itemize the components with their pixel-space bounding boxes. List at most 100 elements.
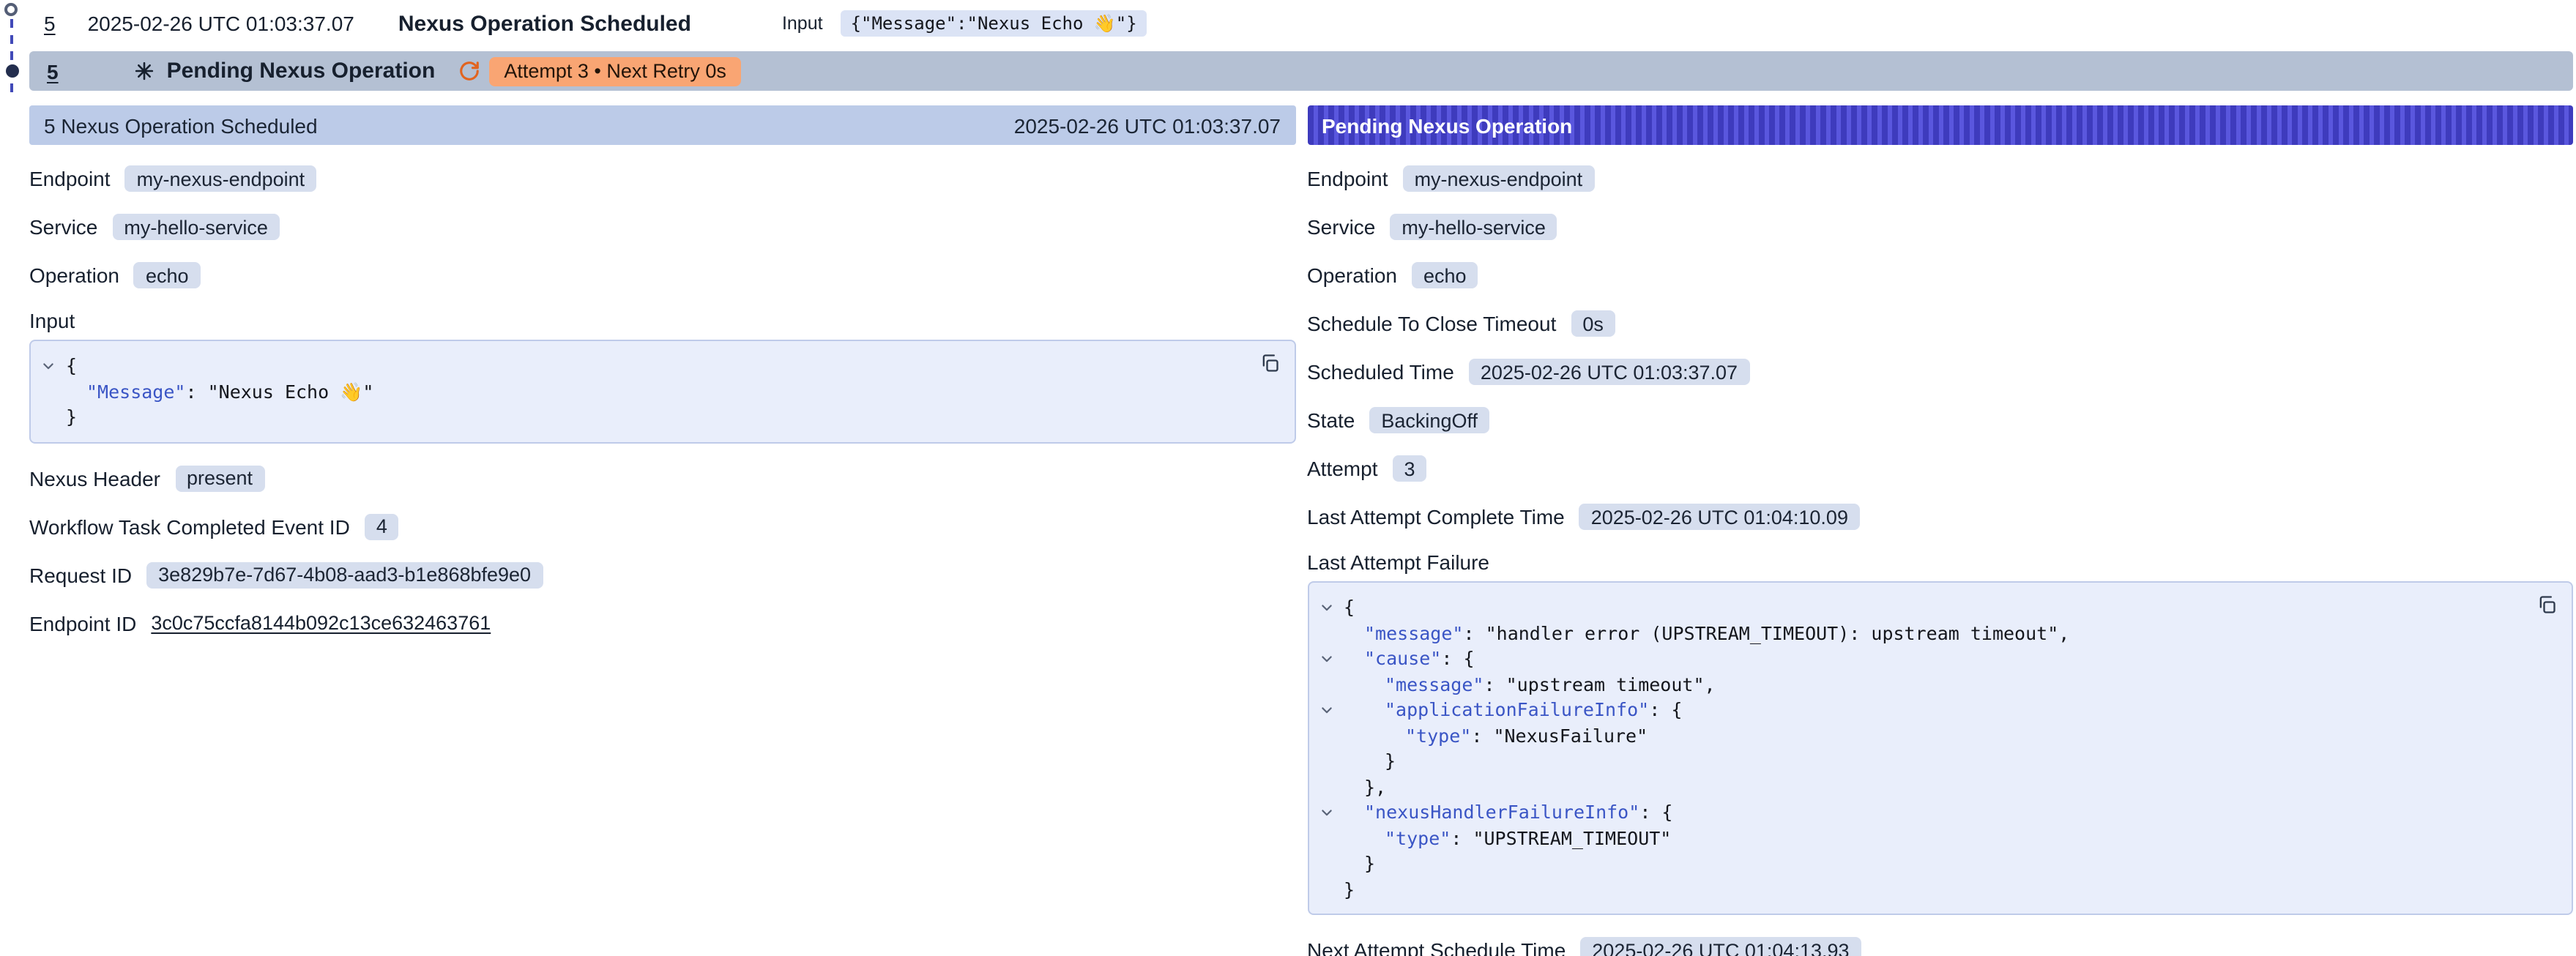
json-token: : xyxy=(185,380,207,402)
json-token: : xyxy=(1463,621,1485,643)
code-gutter xyxy=(1309,774,1344,799)
pending-panel-title: Pending Nexus Operation xyxy=(1322,113,1572,137)
event-timestamp: 2025-02-26 UTC 01:03:37.07 xyxy=(88,12,354,35)
json-token: }, xyxy=(1364,775,1386,797)
json-token: "UPSTREAM_TIMEOUT" xyxy=(1473,826,1671,848)
failure-block-label: Last Attempt Failure xyxy=(1307,550,2573,574)
field-label: State xyxy=(1307,408,1355,432)
json-line: "cause": { xyxy=(1309,646,2513,671)
pending-operation-row[interactable]: 5 Pending Nexus Operation Attempt 3 • Ne… xyxy=(29,51,2573,91)
json-line: "message": "upstream timeout", xyxy=(1309,671,2513,697)
state-badge: BackingOff xyxy=(1369,407,1489,433)
code-gutter xyxy=(1309,825,1344,851)
json-token: "handler error (UPSTREAM_TIMEOUT): upstr… xyxy=(1486,621,2059,643)
input-label: Input xyxy=(782,13,823,34)
json-token: } xyxy=(1364,852,1375,874)
json-token: "nexusHandlerFailureInfo" xyxy=(1364,801,1639,823)
collapse-chevron-icon[interactable] xyxy=(1309,799,1344,825)
field-label: Endpoint xyxy=(1307,167,1388,190)
pending-id-link[interactable]: 5 xyxy=(47,59,59,83)
collapse-chevron-icon[interactable] xyxy=(1309,594,1344,620)
app: 5 2025-02-26 UTC 01:03:37.07 Nexus Opera… xyxy=(0,0,2576,956)
field-label: Endpoint ID xyxy=(29,611,136,635)
field-value-chip: echo xyxy=(1412,262,1478,288)
json-line: { xyxy=(1309,594,2513,620)
copy-icon xyxy=(1259,353,1279,373)
field-value-chip: present xyxy=(175,465,264,491)
event-row[interactable]: 5 2025-02-26 UTC 01:03:37.07 Nexus Opera… xyxy=(29,0,2576,47)
json-line: } xyxy=(31,404,1235,430)
json-token: : { xyxy=(1441,647,1474,669)
timeline-node-icon xyxy=(4,3,18,16)
field-row: Last Attempt Complete Time 2025-02-26 UT… xyxy=(1307,502,2573,531)
endpoint-id-link[interactable]: 3c0c75ccfa8144b092c13ce632463761 xyxy=(151,612,491,634)
field-value-chip: 2025-02-26 UTC 01:04:13.93 xyxy=(1580,937,1861,956)
collapse-chevron-icon[interactable] xyxy=(31,353,66,378)
field-value-chip: my-hello-service xyxy=(112,214,280,240)
event-id-link[interactable]: 5 xyxy=(44,12,56,35)
field-value-chip: my-hello-service xyxy=(1390,214,1557,240)
asterisk-icon xyxy=(135,61,154,81)
collapse-chevron-icon[interactable] xyxy=(1309,646,1344,671)
json-token: "NexusFailure" xyxy=(1493,724,1648,746)
field-value-chip: 2025-02-26 UTC 01:03:37.07 xyxy=(1469,359,1749,385)
field-value-chip: 0s xyxy=(1571,310,1615,337)
field-label: Operation xyxy=(29,264,119,287)
field-label: Service xyxy=(1307,215,1375,239)
field-row: Attempt 3 xyxy=(1307,454,2573,483)
json-token: "type" xyxy=(1385,826,1451,848)
input-preview-chip: {"Message":"Nexus Echo 👋"} xyxy=(841,10,1147,37)
field-label: Attempt xyxy=(1307,457,1378,480)
event-details-panel: 5 Nexus Operation Scheduled 2025-02-26 U… xyxy=(29,105,1295,657)
json-line: }, xyxy=(1309,774,2513,799)
copy-icon xyxy=(2536,594,2557,615)
json-token: } xyxy=(1385,750,1396,772)
json-line: { xyxy=(31,353,1235,378)
field-value-chip: echo xyxy=(134,262,201,288)
json-token: : { xyxy=(1639,801,1672,823)
code-gutter xyxy=(1309,671,1344,697)
json-token: "Message" xyxy=(86,380,185,402)
input-json-viewer: {"Message": "Nexus Echo 👋"} xyxy=(29,340,1295,443)
field-row: State BackingOff xyxy=(1307,406,2573,435)
json-line: "type": "NexusFailure" xyxy=(1309,722,2513,748)
field-value-chip: 3 xyxy=(1393,455,1427,482)
json-token: { xyxy=(66,354,77,376)
field-row: Workflow Task Completed Event ID 4 xyxy=(29,512,1295,541)
field-value-chip: 3e829b7e-7d67-4b08-aad3-b1e868bfe9e0 xyxy=(146,561,543,588)
json-token: "message" xyxy=(1364,621,1463,643)
json-token: } xyxy=(1344,878,1355,900)
json-line: "Message": "Nexus Echo 👋" xyxy=(31,378,1235,404)
copy-button[interactable] xyxy=(1256,350,1282,376)
collapse-chevron-icon[interactable] xyxy=(1309,697,1344,722)
field-label: Operation xyxy=(1307,264,1397,287)
code-gutter xyxy=(1309,876,1344,902)
field-value-chip: my-nexus-endpoint xyxy=(1403,165,1595,192)
field-label: Next Attempt Schedule Time xyxy=(1307,938,1566,956)
field-row: Endpoint ID 3c0c75ccfa8144b092c13ce63246… xyxy=(29,608,1295,638)
field-row: Operation echo xyxy=(1307,261,2573,290)
json-token: : xyxy=(1451,826,1473,848)
field-value-chip: my-nexus-endpoint xyxy=(125,165,317,192)
code-gutter xyxy=(31,378,66,404)
field-row: Scheduled Time 2025-02-26 UTC 01:03:37.0… xyxy=(1307,357,2573,386)
code-gutter xyxy=(1309,722,1344,748)
pending-title: Pending Nexus Operation xyxy=(167,59,436,83)
field-row: Schedule To Close Timeout 0s xyxy=(1307,309,2573,338)
json-line: "type": "UPSTREAM_TIMEOUT" xyxy=(1309,825,2513,851)
json-token: "message" xyxy=(1385,673,1484,695)
retry-icon xyxy=(458,60,480,82)
pending-panel-header: Pending Nexus Operation xyxy=(1307,105,2573,145)
field-label: Endpoint xyxy=(29,167,111,190)
pending-details-panel: Pending Nexus Operation Endpoint my-nexu… xyxy=(1307,105,2573,956)
copy-button[interactable] xyxy=(2534,591,2560,618)
json-line: } xyxy=(1309,876,2513,902)
event-panel-timestamp: 2025-02-26 UTC 01:03:37.07 xyxy=(1014,113,1281,137)
field-label: Last Attempt Complete Time xyxy=(1307,505,1565,529)
timeline-dashed-line xyxy=(10,19,13,92)
field-label: Schedule To Close Timeout xyxy=(1307,312,1556,335)
json-token: "type" xyxy=(1405,724,1471,746)
field-label: Workflow Task Completed Event ID xyxy=(29,515,350,538)
field-label: Service xyxy=(29,215,97,239)
json-token: : { xyxy=(1649,698,1682,720)
